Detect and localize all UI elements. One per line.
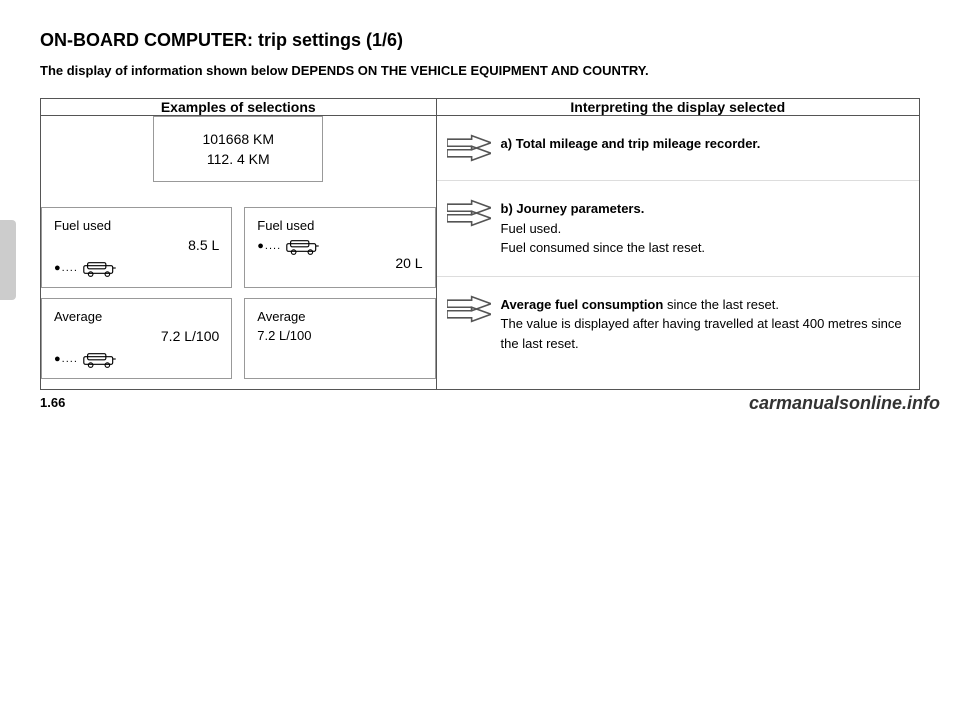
page-title: ON-BOARD COMPUTER: trip settings (1/6) [40,30,920,51]
car-icon-1 [80,259,118,277]
car-icon-3 [80,350,118,368]
mileage-box: 101668 KM 112. 4 KM [153,116,323,182]
arrow-icon-c [447,295,491,323]
row-c: Average fuel consumption since the last … [437,277,919,372]
header-left: Examples of selections [41,99,437,116]
dot-line-1: ●.... [54,262,78,274]
fuel-box-2: Fuel used ●.... [244,207,435,288]
row-a-label: a) Total mileage and trip mileage record… [501,136,761,151]
car-icon-2 [283,237,321,255]
row-b: b) Journey parameters. Fuel used. Fuel c… [437,181,919,277]
avg-box2-value: 7.2 L/100 [257,328,422,343]
page-subtitle: The display of information shown below D… [40,63,920,78]
watermark: carmanualsonline.info [749,393,940,414]
row-c-line1: The value is displayed after having trav… [501,316,902,351]
fuel-box2-title: Fuel used [257,218,422,233]
fuel-box-1: Fuel used 8.5 L ●.... [41,207,232,288]
mileage-line2: 112. 4 KM [174,151,302,167]
fuel-box1-indicator: ●.... [54,259,219,277]
avg-box1-title: Average [54,309,219,324]
header-right: Interpreting the display selected [436,99,919,116]
right-content-cell: a) Total mileage and trip mileage record… [436,116,919,390]
left-content-cell: 101668 KM 112. 4 KM Fuel used 8.5 L ●...… [41,116,437,390]
arrow-icon-b [447,199,491,227]
fuel-box1-title: Fuel used [54,218,219,233]
avg-box1-value: 7.2 L/100 [54,328,219,344]
main-table: Examples of selections Interpreting the … [40,98,920,390]
row-c-label-suffix: since the last reset. [663,297,779,312]
row-b-line1: Fuel used. [501,221,562,236]
page-footer: 1.66 [40,395,65,410]
mileage-line1: 101668 KM [174,131,302,147]
row-a: a) Total mileage and trip mileage record… [437,116,919,181]
average-row: Average 7.2 L/100 ●.... [41,298,436,379]
avg-box2-title: Average [257,309,422,324]
avg-box1-indicator: ●.... [54,350,219,368]
fuel-row: Fuel used 8.5 L ●.... [41,207,436,288]
avg-box-1: Average 7.2 L/100 ●.... [41,298,232,379]
row-a-text: a) Total mileage and trip mileage record… [501,134,909,154]
fuel-box1-value: 8.5 L [54,237,219,253]
fuel-box2-value: 20 L [257,255,422,271]
arrow-icon-a [447,134,491,162]
fuel-box2-indicator: ●.... [257,237,422,255]
row-c-text: Average fuel consumption since the last … [501,295,909,354]
row-b-text: b) Journey parameters. Fuel used. Fuel c… [501,199,909,258]
row-c-label-bold: Average fuel consumption [501,297,664,312]
row-b-line2: Fuel consumed since the last reset. [501,240,706,255]
dot-line-3: ●.... [54,353,78,365]
row-b-label-bold: b) Journey parameters. [501,201,645,216]
avg-box-2: Average 7.2 L/100 [244,298,435,379]
dot-line-2: ●.... [257,240,281,252]
